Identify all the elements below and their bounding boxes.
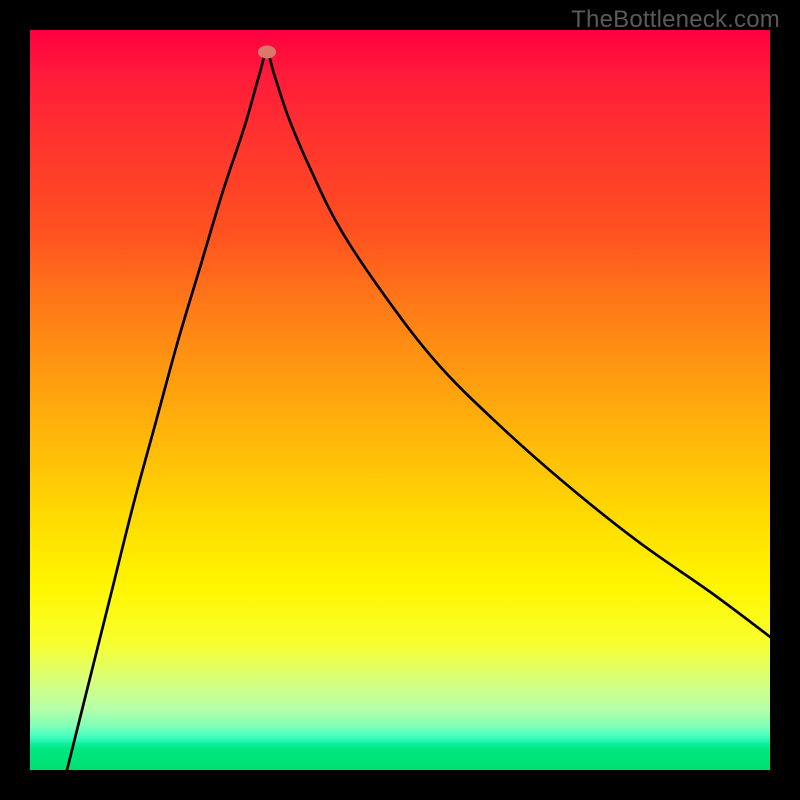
plot-area xyxy=(30,30,770,770)
curve-svg xyxy=(30,30,770,770)
minimum-marker xyxy=(258,46,276,59)
watermark-text: TheBottleneck.com xyxy=(571,6,780,34)
bottleneck-curve xyxy=(67,52,770,770)
chart-container: TheBottleneck.com xyxy=(0,0,800,800)
